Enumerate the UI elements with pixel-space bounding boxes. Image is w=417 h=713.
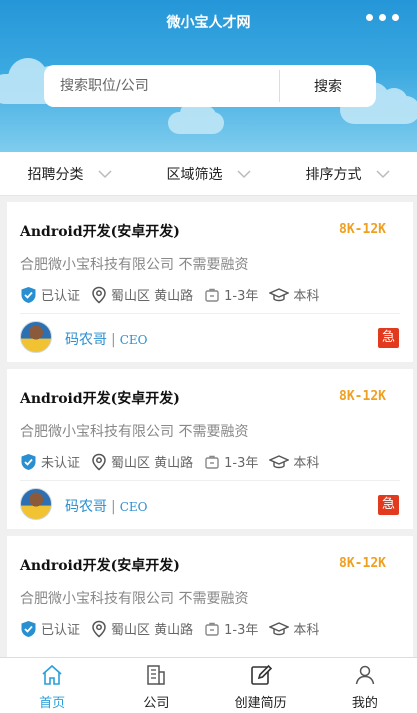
filter-label: 排序方式: [305, 166, 362, 183]
salary: 8K-12K: [339, 556, 386, 571]
company-name: 合肥微小宝科技有限公司 不需要融资: [20, 591, 249, 607]
shield-check-icon: [21, 453, 36, 470]
recruiter-role: CEO: [119, 500, 148, 514]
education: 本科: [293, 623, 320, 638]
bottom-nav: 首页 公司 创建简历 我的: [0, 657, 417, 713]
job-card[interactable]: Android开发(安卓开发) 8K-12K 合肥微小宝科技有限公司 不需要融资…: [7, 202, 413, 362]
filter-bar: 招聘分类 区域筛选 排序方式: [0, 152, 417, 196]
verify-status: 已认证: [41, 289, 81, 304]
recruiter-name: 码农哥: [65, 499, 107, 515]
nav-home[interactable]: 首页: [0, 658, 104, 713]
experience: 1-3年: [224, 289, 259, 304]
location-pin-icon: [92, 620, 106, 637]
search-button[interactable]: 搜索: [280, 76, 376, 96]
company-name: 合肥微小宝科技有限公司 不需要融资: [20, 424, 249, 440]
nav-company[interactable]: 公司: [104, 658, 208, 713]
experience: 1-3年: [224, 623, 259, 638]
briefcase-icon: [205, 622, 219, 636]
urgent-badge: 急: [378, 328, 399, 348]
nav-mine[interactable]: 我的: [313, 658, 417, 713]
location: 蜀山区 黄山路: [111, 623, 194, 638]
job-card[interactable]: Android开发(安卓开发) 8K-12K 合肥微小宝科技有限公司 不需要融资…: [7, 369, 413, 529]
cloud-decoration: [168, 100, 224, 134]
location: 蜀山区 黄山路: [111, 289, 194, 304]
user-icon: [355, 665, 375, 685]
building-icon: [147, 665, 166, 685]
filter-label: 区域筛选: [166, 166, 223, 183]
job-list: Android开发(安卓开发) 8K-12K 合肥微小宝科技有限公司 不需要融资…: [7, 202, 413, 703]
job-title: Android开发(安卓开发): [20, 558, 180, 574]
recruiter-separator: |: [111, 499, 116, 515]
app-title: 微小宝人才网: [166, 15, 251, 31]
recruiter-name: 码农哥: [65, 332, 107, 348]
search-input[interactable]: [44, 65, 279, 107]
nav-label: 公司: [143, 696, 170, 711]
filter-label: 招聘分类: [27, 166, 84, 183]
experience: 1-3年: [224, 456, 259, 471]
divider: [20, 313, 400, 314]
recruiter-role: CEO: [119, 333, 148, 347]
search-box: 搜索: [44, 65, 376, 107]
recruiter[interactable]: 码农哥 | CEO: [65, 496, 148, 516]
company-name: 合肥微小宝科技有限公司 不需要融资: [20, 257, 249, 273]
location-pin-icon: [92, 453, 106, 470]
location-pin-icon: [92, 286, 106, 303]
divider: [20, 480, 400, 481]
job-title: Android开发(安卓开发): [20, 224, 180, 240]
nav-create-resume[interactable]: 创建简历: [209, 658, 313, 713]
job-meta: 未认证 蜀山区 黄山路 1-3年 本科: [20, 452, 330, 471]
verify-status: 未认证: [41, 456, 81, 471]
location: 蜀山区 黄山路: [111, 456, 194, 471]
salary: 8K-12K: [339, 389, 386, 404]
home-icon: [42, 664, 62, 685]
filter-category[interactable]: 招聘分类: [0, 164, 139, 184]
chevron-down-icon: [97, 169, 112, 178]
urgent-badge: 急: [378, 495, 399, 515]
salary: 8K-12K: [339, 222, 386, 237]
recruiter[interactable]: 码农哥 | CEO: [65, 329, 148, 349]
shield-check-icon: [21, 286, 36, 303]
shield-check-icon: [21, 620, 36, 637]
avatar[interactable]: [20, 488, 52, 520]
job-title: Android开发(安卓开发): [20, 391, 180, 407]
graduation-cap-icon: [269, 287, 290, 301]
briefcase-icon: [205, 288, 219, 302]
filter-region[interactable]: 区域筛选: [139, 164, 278, 184]
chevron-down-icon: [375, 169, 390, 178]
nav-label: 创建简历: [234, 696, 287, 711]
nav-label: 首页: [39, 696, 66, 711]
graduation-cap-icon: [269, 621, 290, 635]
verify-status: 已认证: [41, 623, 81, 638]
recruiter-separator: |: [111, 332, 116, 348]
education: 本科: [293, 456, 320, 471]
avatar[interactable]: [20, 321, 52, 353]
filter-sort[interactable]: 排序方式: [278, 164, 417, 184]
job-meta: 已认证 蜀山区 黄山路 1-3年 本科: [20, 619, 330, 638]
job-meta: 已认证 蜀山区 黄山路 1-3年 本科: [20, 285, 330, 304]
header: 微小宝人才网 搜索: [0, 0, 417, 152]
education: 本科: [293, 289, 320, 304]
edit-icon: [250, 664, 272, 685]
briefcase-icon: [205, 455, 219, 469]
chevron-down-icon: [236, 169, 251, 178]
nav-label: 我的: [351, 696, 378, 711]
more-dots-icon[interactable]: [366, 14, 399, 21]
graduation-cap-icon: [269, 454, 290, 468]
